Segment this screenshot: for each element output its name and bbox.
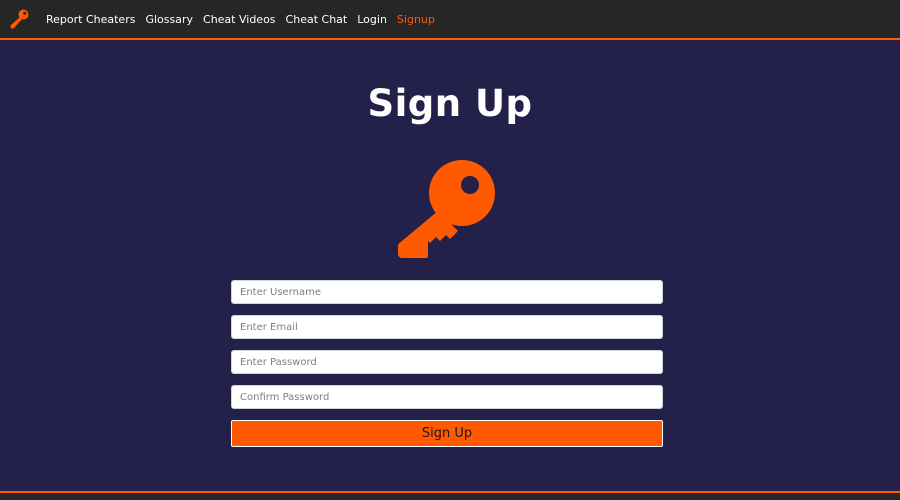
username-input[interactable] — [231, 280, 663, 304]
nav-glossary[interactable]: Glossary — [145, 13, 193, 26]
nav-cheat-chat[interactable]: Cheat Chat — [286, 13, 348, 26]
page-title: Sign Up — [367, 82, 533, 125]
signup-main: Sign Up Sign Up — [0, 42, 900, 491]
nav-signup[interactable]: Signup — [397, 13, 435, 26]
footer-bar — [0, 491, 900, 500]
navbar: Report Cheaters Glossary Cheat Videos Ch… — [0, 0, 900, 40]
nav-cheat-videos[interactable]: Cheat Videos — [203, 13, 276, 26]
confirm-password-input[interactable] — [231, 385, 663, 409]
signup-button[interactable]: Sign Up — [231, 420, 663, 447]
email-input[interactable] — [231, 315, 663, 339]
brand-logo-icon[interactable] — [8, 8, 30, 30]
password-input[interactable] — [231, 350, 663, 374]
nav-report-cheaters[interactable]: Report Cheaters — [46, 13, 135, 26]
signup-form: Sign Up — [231, 280, 663, 447]
key-icon — [398, 156, 498, 258]
nav-login[interactable]: Login — [357, 13, 387, 26]
